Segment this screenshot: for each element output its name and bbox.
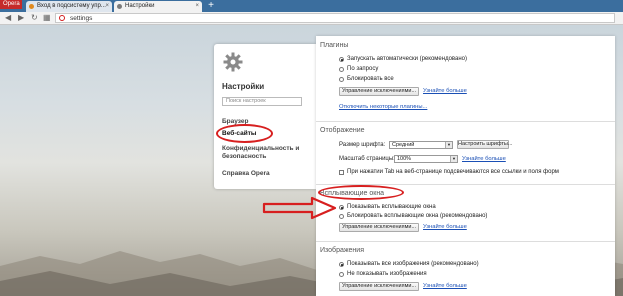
popups-show-radio[interactable] <box>339 205 344 210</box>
plugins-on-demand-radio[interactable] <box>339 67 344 72</box>
images-hide-label: Не показывать изображения <box>347 271 427 277</box>
popups-manage-exceptions-button[interactable]: Управление исключениями... <box>339 223 419 232</box>
page-zoom-select[interactable]: 100% ▼ <box>394 155 458 163</box>
annotation-arrow-icon <box>262 196 337 220</box>
close-icon[interactable]: × <box>105 1 109 12</box>
popups-block-radio[interactable] <box>339 214 344 219</box>
images-manage-exceptions-button[interactable]: Управление исключениями... <box>339 282 419 291</box>
font-size-value: Средний <box>392 142 415 148</box>
tab-settings[interactable]: Настройки × <box>114 1 202 12</box>
forward-icon[interactable]: ▶ <box>18 13 24 23</box>
opera-menu-button[interactable]: Opera <box>0 0 22 9</box>
disable-plugins-link[interactable]: Отключить некоторые плагины... <box>339 103 427 111</box>
url-text: settings <box>70 15 93 22</box>
plugins-on-demand-label: По запросу <box>347 66 379 72</box>
tab-highlight-checkbox[interactable] <box>339 170 344 175</box>
settings-search-input[interactable]: Поиск настроек <box>222 97 302 106</box>
site-favicon-icon <box>29 4 34 9</box>
plugins-block-radio[interactable] <box>339 77 344 82</box>
new-tab-button[interactable]: + <box>205 0 217 12</box>
sidebar-item-help[interactable]: Справка Opera <box>222 170 270 177</box>
sidebar-item-privacy-line2[interactable]: безопасность <box>222 153 266 160</box>
plugins-auto-radio[interactable] <box>339 57 344 62</box>
url-input[interactable]: settings <box>55 13 615 23</box>
tab-highlight-label: При нажатии Tab на веб-странице подсвечи… <box>347 169 559 175</box>
settings-title: Настройки <box>222 82 265 91</box>
address-bar: ◀ ▶ ↻ ▦ settings <box>0 12 623 25</box>
chevron-down-icon: ▼ <box>450 156 457 162</box>
plugins-manage-exceptions-button[interactable]: Управление исключениями... <box>339 87 419 96</box>
plugins-learn-more-link[interactable]: Узнайте больше <box>423 87 467 95</box>
popups-show-label: Показывать всплывающие окна <box>347 204 436 210</box>
speed-dial-icon[interactable]: ▦ <box>43 13 51 23</box>
plugins-section-title: Плагины <box>320 42 349 49</box>
zoom-learn-more-link[interactable]: Узнайте больше <box>462 155 506 163</box>
plugins-auto-label: Запускать автоматически (рекомендовано) <box>347 56 468 62</box>
images-hide-radio[interactable] <box>339 272 344 277</box>
tab-label: Вход в подсистему упр... <box>37 3 106 9</box>
gear-icon <box>223 52 243 72</box>
back-icon[interactable]: ◀ <box>5 13 11 23</box>
popups-learn-more-link[interactable]: Узнайте больше <box>423 223 467 231</box>
page-zoom-label: Масштаб страницы: <box>339 156 395 162</box>
section-divider <box>316 241 615 242</box>
images-learn-more-link[interactable]: Узнайте больше <box>423 282 467 290</box>
font-size-label: Размер шрифта: <box>339 142 386 148</box>
page-zoom-value: 100% <box>397 156 412 162</box>
popups-block-label: Блокировать всплывающие окна (рекомендов… <box>347 213 488 219</box>
reload-icon[interactable]: ↻ <box>31 13 38 23</box>
customize-fonts-button[interactable]: Настроить шрифты... <box>457 140 512 149</box>
images-section-title: Изображения <box>320 247 364 254</box>
images-show-radio[interactable] <box>339 262 344 267</box>
gear-icon <box>117 4 122 9</box>
section-divider <box>316 121 615 122</box>
opera-logo-icon <box>59 15 65 21</box>
sidebar-item-privacy[interactable]: Конфиденциальность и <box>222 145 299 152</box>
close-icon[interactable]: × <box>195 1 199 12</box>
annotation-ellipse-websites <box>216 124 273 143</box>
display-section-title: Отображение <box>320 127 365 134</box>
chevron-down-icon: ▼ <box>445 142 452 148</box>
tab-login[interactable]: Вход в подсистему упр... × <box>26 1 112 12</box>
tab-strip: Opera Вход в подсистему упр... × Настрой… <box>0 0 623 12</box>
tab-label: Настройки <box>125 3 155 9</box>
font-size-select[interactable]: Средний ▼ <box>389 141 453 149</box>
plugins-block-label: Блокировать все <box>347 76 394 82</box>
images-show-label: Показывать все изображения (рекомендован… <box>347 261 479 267</box>
